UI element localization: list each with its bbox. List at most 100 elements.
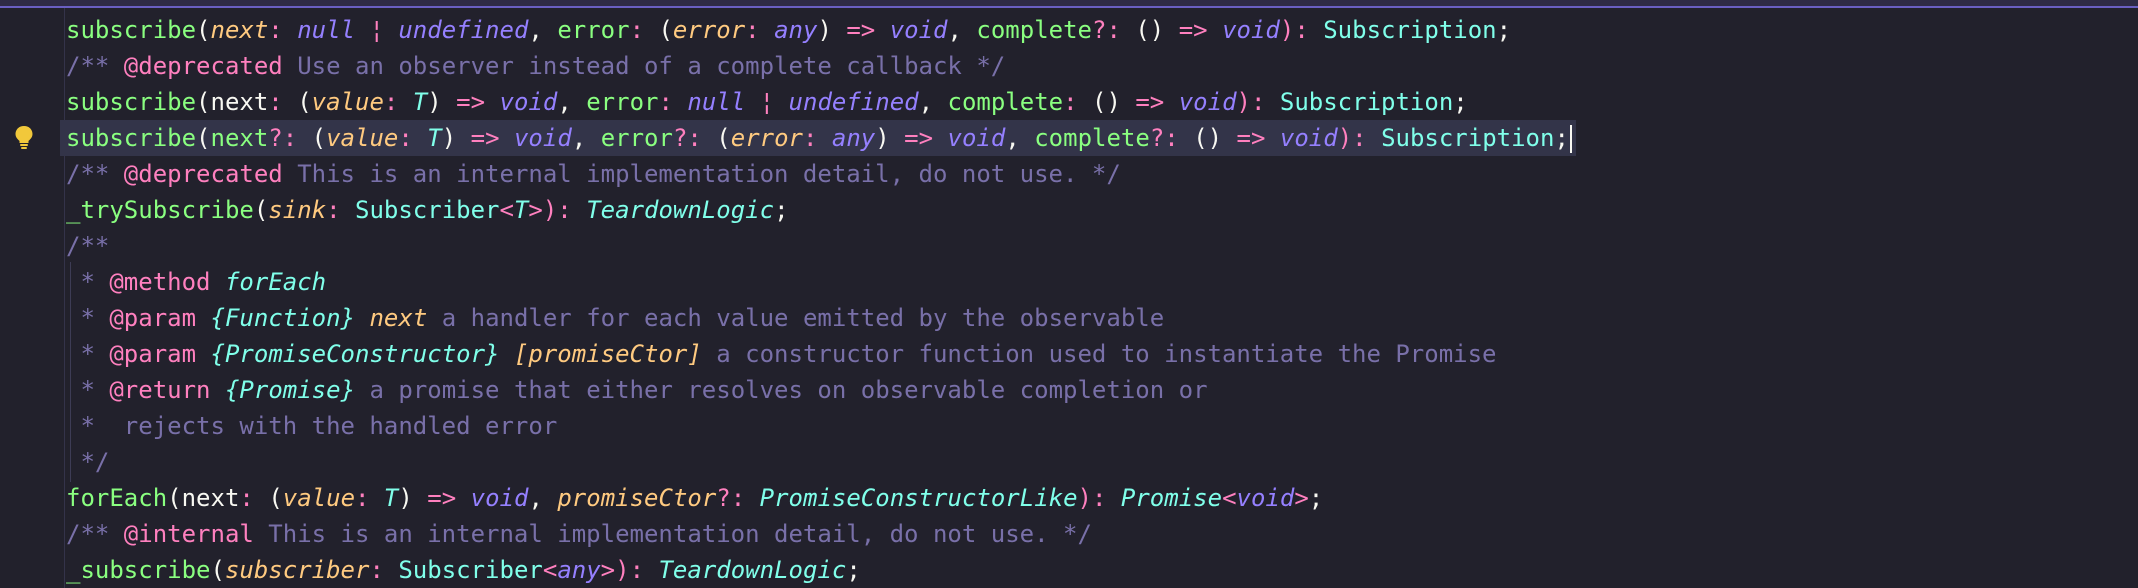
code-token: =>	[904, 124, 934, 152]
code-token: [promiseCtor]	[513, 340, 702, 368]
code-line[interactable]: * @method forEach	[66, 264, 326, 300]
code-token: @param	[109, 340, 197, 368]
code-line[interactable]: subscribe(next: (value: T) => void, erro…	[66, 84, 1468, 120]
code-token: *	[66, 304, 110, 332]
code-token: a promise that either resolves on observ…	[355, 376, 1208, 404]
code-token: ,	[528, 16, 558, 44]
code-token: :	[369, 556, 399, 584]
code-token: ;	[846, 556, 861, 584]
code-token: {Function}	[210, 304, 356, 332]
code-token: :	[239, 484, 269, 512]
code-token: {Promise}	[224, 376, 356, 404]
code-token: forEach	[224, 268, 327, 296]
code-token: @deprecated	[123, 160, 283, 188]
code-token: Use an observer instead of a complete ca…	[282, 52, 1006, 80]
code-token: (	[716, 124, 731, 152]
code-token: ()	[1193, 124, 1237, 152]
lightbulb-icon[interactable]	[14, 125, 34, 149]
code-token: next	[181, 484, 240, 512]
code-token: complete	[976, 16, 1092, 44]
code-token: =>	[456, 88, 486, 116]
code-token: _trySubscribe	[66, 196, 254, 224]
code-token: ?:	[672, 124, 717, 152]
code-token: (	[196, 16, 211, 44]
code-token: value	[311, 88, 384, 116]
code-token: any	[831, 124, 876, 152]
code-token: =>	[1135, 88, 1165, 116]
code-line[interactable]: * rejects with the handled error	[66, 408, 557, 444]
code-token: =>	[427, 484, 457, 512]
code-line[interactable]: /** @deprecated This is an internal impl…	[66, 156, 1121, 192]
code-token: /**	[66, 160, 124, 188]
code-line[interactable]: * @return {Promise} a promise that eithe…	[66, 372, 1208, 408]
code-token: TeardownLogic	[658, 556, 847, 584]
code-token: undefined	[398, 16, 529, 44]
code-token: next	[369, 304, 428, 332]
code-token: >	[528, 196, 543, 224]
code-line[interactable]: /** @internal This is an internal implem…	[66, 516, 1092, 552]
code-token: @param	[109, 304, 197, 332]
code-line[interactable]: * @param {PromiseConstructor} [promiseCt…	[66, 336, 1496, 372]
code-token: void	[1222, 16, 1280, 44]
code-line[interactable]: /**	[66, 228, 109, 264]
code-token: ¦	[355, 16, 399, 44]
code-token: *	[66, 376, 110, 404]
code-token: :	[383, 88, 413, 116]
code-line[interactable]: */	[66, 444, 109, 480]
code-token: :	[803, 124, 832, 152]
code-token: ;	[1453, 88, 1468, 116]
code-token: ):	[1337, 124, 1382, 152]
editor-gutter[interactable]	[0, 8, 60, 588]
code-token: =>	[1236, 124, 1266, 152]
code-token: subscribe	[66, 88, 197, 116]
editor-top-border	[0, 0, 2138, 8]
code-token: void	[499, 88, 558, 116]
code-line[interactable]: forEach(next: (value: T) => void, promis…	[66, 480, 1323, 516]
code-token: void	[889, 16, 948, 44]
code-token: )	[817, 16, 847, 44]
code-token: @deprecated	[123, 52, 283, 80]
code-line[interactable]: _subscribe(subscriber: Subscriber<any>):…	[66, 552, 861, 588]
code-token: T	[412, 88, 428, 116]
code-token: (	[196, 124, 211, 152]
code-token: subscriber	[224, 556, 370, 584]
code-token: :	[326, 196, 355, 224]
code-token: :	[268, 16, 298, 44]
text-cursor	[1569, 125, 1572, 153]
code-token: =>	[846, 16, 876, 44]
code-token: null	[687, 88, 746, 116]
code-token: @method	[109, 268, 211, 296]
code-token: ;	[774, 196, 789, 224]
code-line[interactable]: /** @deprecated Use an observer instead …	[66, 48, 1005, 84]
code-line-current[interactable]: subscribe(next?: (value: T) => void, err…	[60, 120, 1576, 156]
code-token: error	[672, 16, 746, 44]
code-token: ;	[1554, 124, 1569, 152]
code-token: (	[210, 556, 225, 584]
code-token: void	[1178, 88, 1237, 116]
code-token: ;	[1308, 484, 1324, 512]
code-line[interactable]: _trySubscribe(sink: Subscriber<T>): Tear…	[66, 192, 789, 228]
code-token: void	[947, 124, 1006, 152]
code-token: void	[1279, 124, 1338, 152]
code-line[interactable]: * @param {Function} next a handler for e…	[66, 300, 1164, 336]
code-token: T	[513, 196, 529, 224]
code-token: value	[326, 124, 399, 152]
code-token: complete	[1034, 124, 1150, 152]
code-line[interactable]: subscribe(next: null ¦ undefined, error:…	[66, 12, 1511, 48]
code-token: This is an internal implementation detai…	[282, 160, 1121, 188]
code-token: Subscription	[1279, 88, 1454, 116]
code-token: @return	[109, 376, 211, 404]
code-token: Subscription	[1323, 16, 1497, 44]
code-token: (	[196, 88, 211, 116]
code-token: :	[658, 88, 688, 116]
code-token: ,	[918, 88, 948, 116]
code-editor[interactable]: subscribe(next: null ¦ undefined, error:…	[0, 0, 2138, 588]
code-token: >	[600, 556, 616, 584]
